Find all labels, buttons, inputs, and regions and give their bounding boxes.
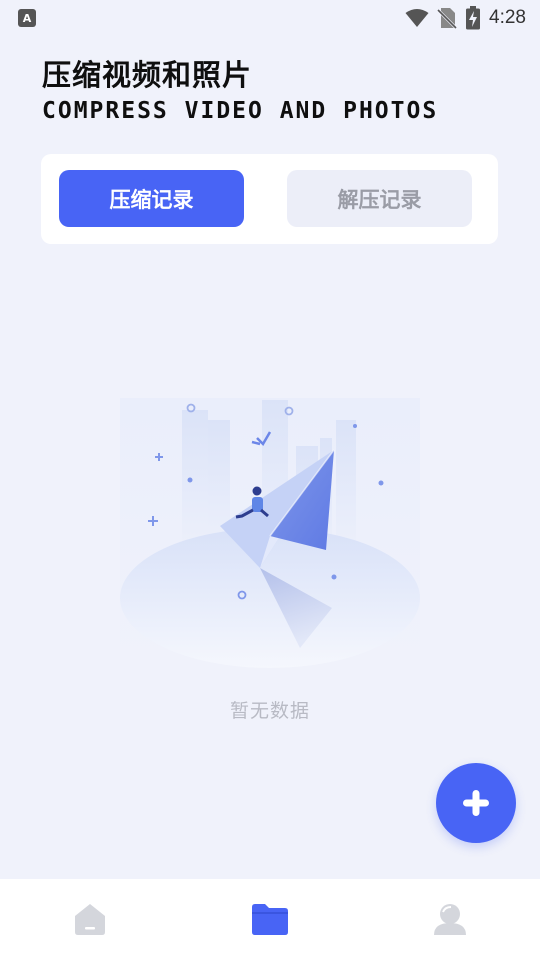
home-icon: [75, 904, 105, 935]
battery-charging-icon: [466, 6, 481, 30]
tab-card: 压缩记录 解压记录: [41, 154, 498, 244]
page-title: 压缩视频和照片: [42, 58, 253, 92]
notification-a-icon: A: [18, 9, 36, 27]
plus-icon: [463, 790, 489, 816]
wifi-icon: [405, 9, 429, 27]
user-icon: [434, 904, 466, 935]
status-left: A: [18, 9, 36, 27]
paper-plane-empty-illustration: [120, 398, 420, 670]
page-subtitle: COMPRESS VIDEO AND PHOTOS: [42, 98, 439, 124]
empty-state-text: 暂无数据: [229, 700, 310, 722]
status-bar: A 4:28: [0, 0, 540, 36]
status-time: 4:28: [489, 7, 526, 28]
bottom-nav: [0, 879, 540, 960]
nav-item-files[interactable]: [250, 899, 290, 939]
nav-item-profile[interactable]: [430, 899, 470, 939]
status-right: 4:28: [405, 6, 526, 30]
add-button[interactable]: [436, 763, 516, 843]
tab-compress-records[interactable]: 压缩记录: [59, 170, 244, 227]
tab-decompress-records[interactable]: 解压记录: [287, 170, 472, 227]
nav-item-home[interactable]: [70, 899, 110, 939]
no-sim-icon: [437, 8, 458, 29]
folder-icon: [252, 904, 288, 935]
